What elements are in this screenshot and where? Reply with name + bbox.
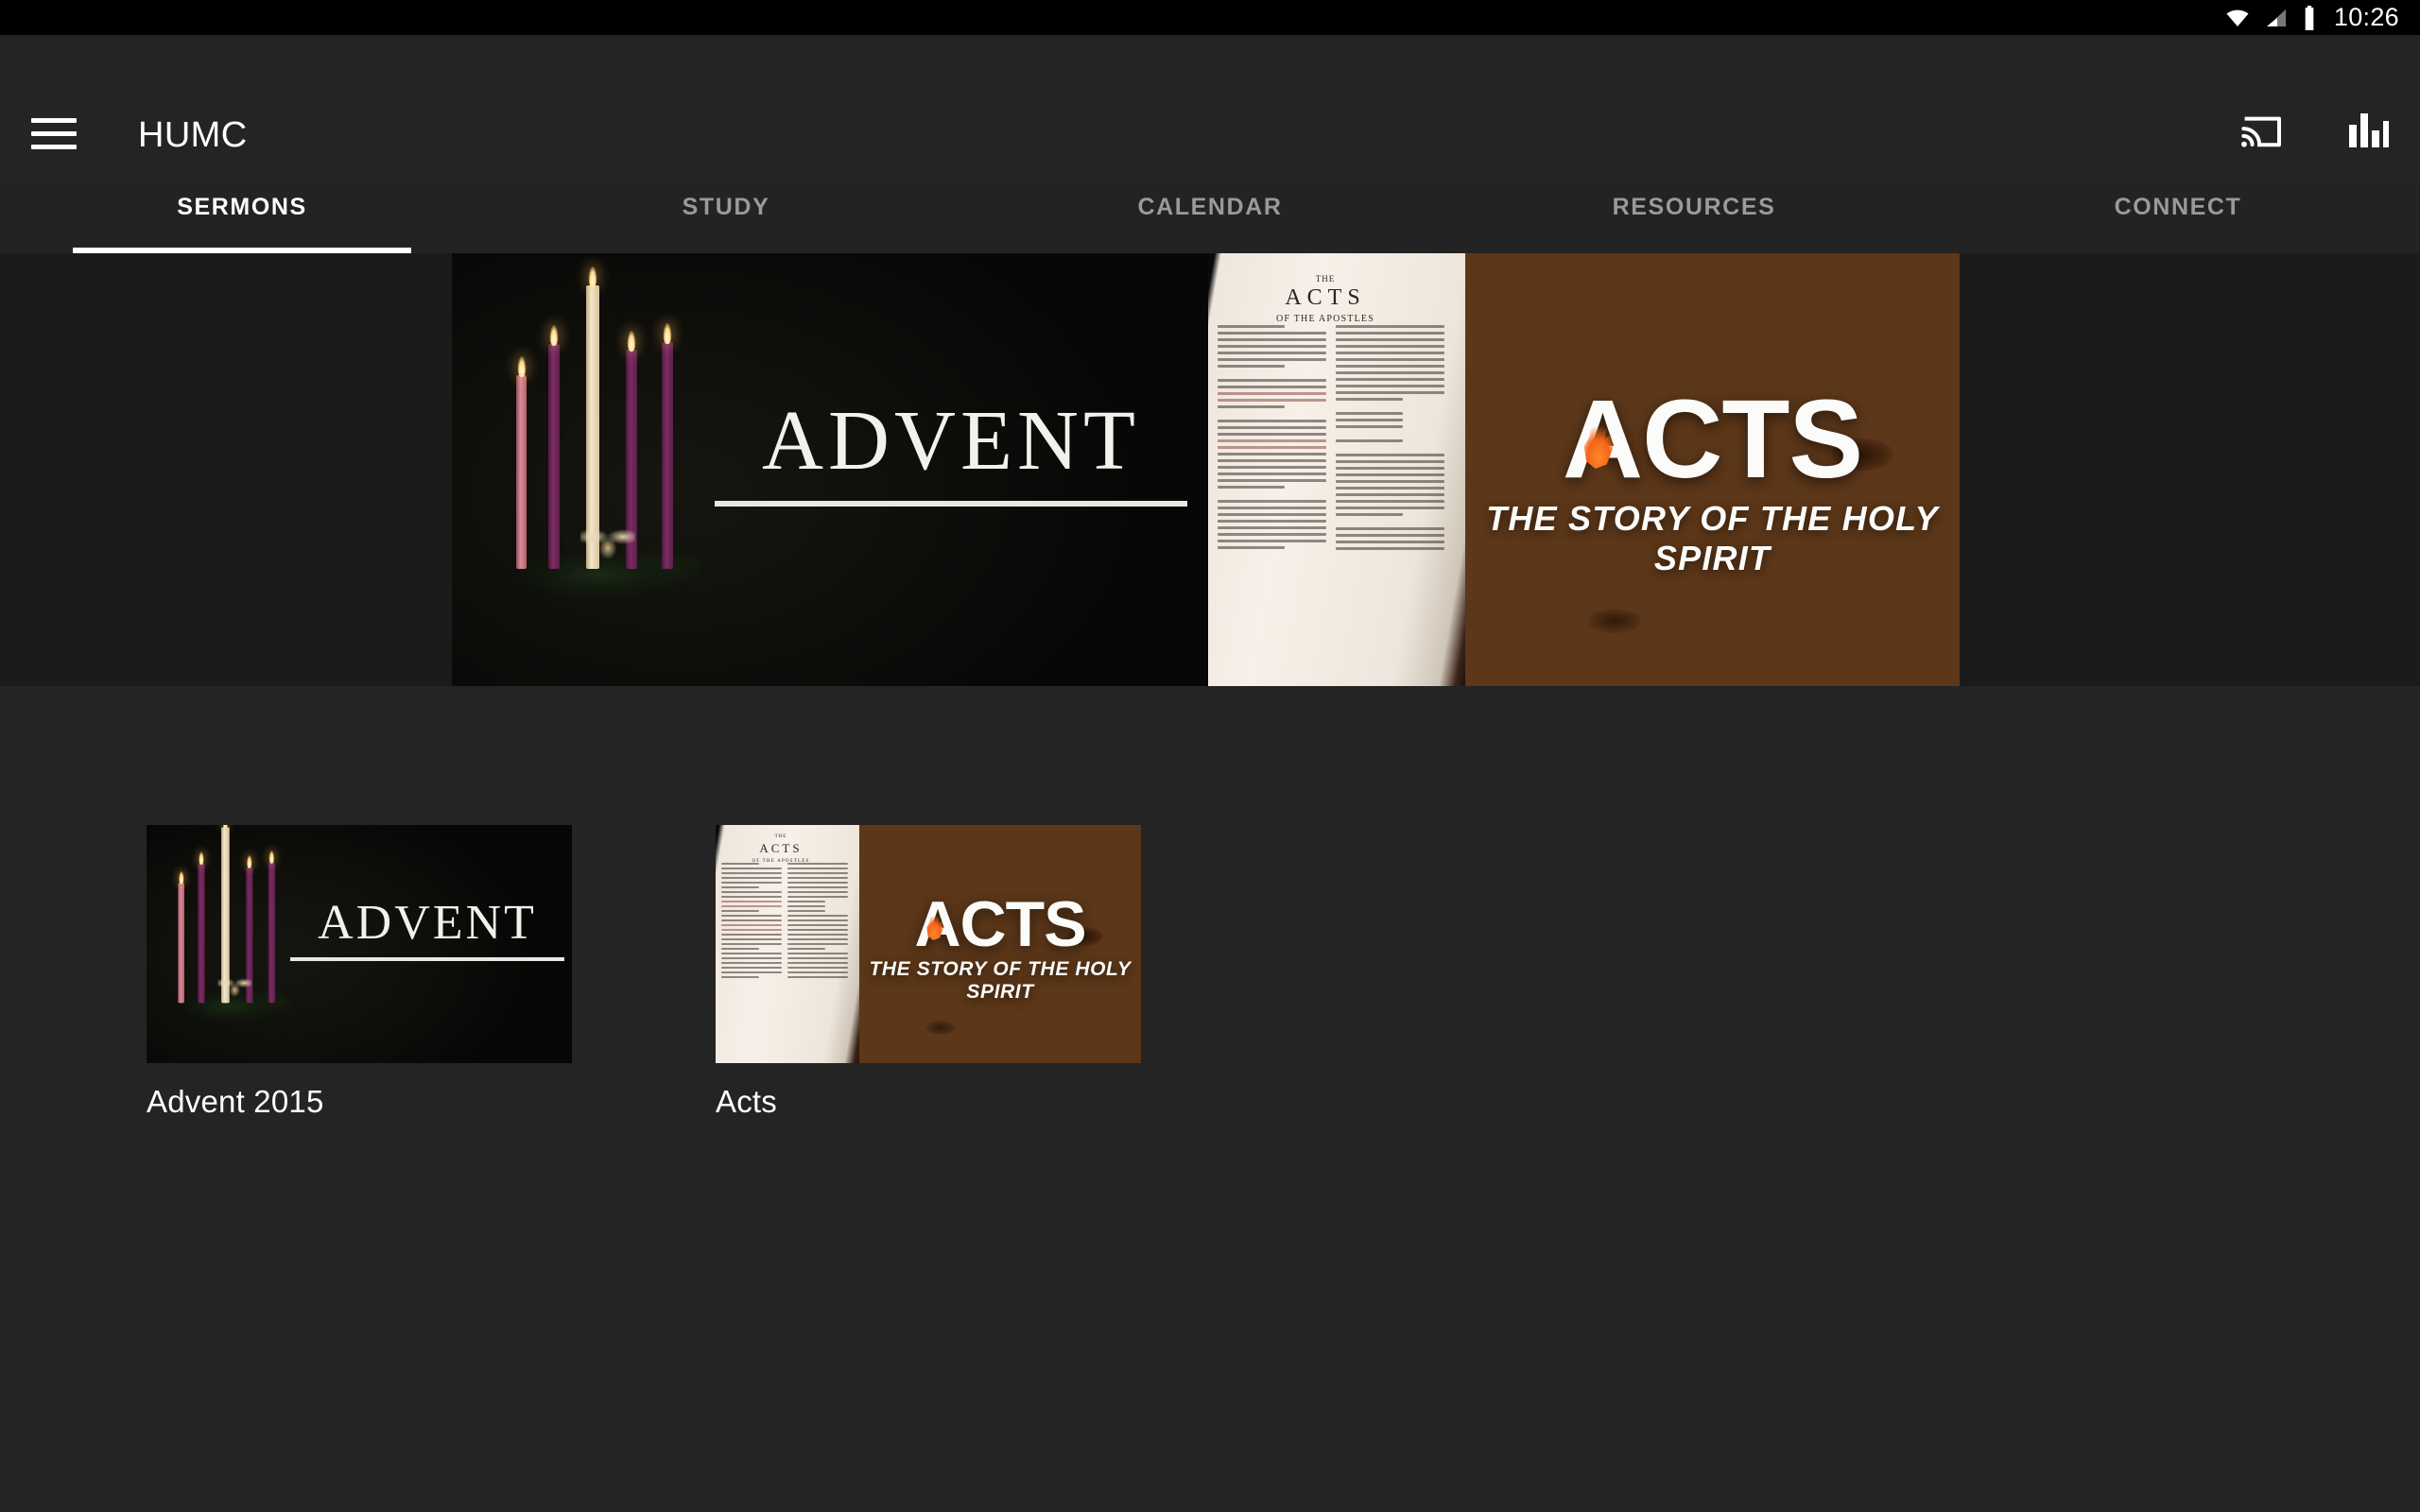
- bible-page-heading: THE ACTS OF THE APOSTLES: [1208, 274, 1443, 324]
- advent-thumb-title: ADVENT: [318, 896, 537, 950]
- equalizer-icon[interactable]: [2344, 110, 2392, 151]
- bible-column-left: [721, 863, 782, 1059]
- tab-label: CONNECT: [2114, 193, 2242, 220]
- advent-wordmark: ADVENT: [715, 399, 1187, 507]
- tab-study[interactable]: STUDY: [484, 161, 968, 253]
- wood-background-art: ACTS THE STORY OF THE HOLY SPIRIT: [859, 825, 1141, 1063]
- bible-column-right: [787, 863, 848, 1059]
- status-bar-clock: 10:26: [2333, 3, 2399, 31]
- flame-icon: [247, 855, 252, 868]
- series-card-advent-2015[interactable]: ADVENT Advent 2015: [147, 825, 572, 1120]
- bible-page-heading: THE ACTS OF THE APOSTLES: [716, 834, 846, 864]
- tab-connect[interactable]: CONNECT: [1936, 161, 2420, 253]
- content-area: ADVENT Advent 2015 THE ACTS OF THE APOST…: [0, 686, 2420, 1512]
- wood-knot: [925, 1021, 956, 1035]
- candle-purple: [662, 323, 673, 569]
- candle-purple: [198, 851, 205, 1004]
- flame-icon: [178, 870, 184, 885]
- bible-text-columns: [1218, 325, 1444, 682]
- tab-label: SERMONS: [177, 193, 307, 220]
- advent-2015-thumbnail: ADVENT: [147, 825, 572, 1063]
- wifi-icon: [2226, 9, 2249, 26]
- series-card-label: Advent 2015: [147, 1084, 324, 1119]
- advent-thumb-art: ADVENT: [147, 825, 572, 1063]
- hamburger-bar: [31, 131, 77, 136]
- open-bible-art: THE ACTS OF THE APOSTLES: [1208, 253, 1465, 686]
- advent-wreath-art: [167, 825, 293, 1040]
- tab-sermons[interactable]: SERMONS: [0, 161, 484, 253]
- bow-art: [217, 973, 252, 998]
- cell-signal-icon: [2266, 9, 2286, 26]
- flame-icon: [1583, 416, 1614, 469]
- tab-calendar[interactable]: CALENDAR: [968, 161, 1452, 253]
- cast-icon[interactable]: [2237, 109, 2288, 152]
- bible-column-left: [1218, 325, 1326, 682]
- advent-underline: [290, 957, 564, 961]
- bible-column-right: [1336, 325, 1444, 682]
- bible-heading-the: THE: [774, 834, 787, 839]
- acts-title: ACTS: [1562, 377, 1863, 502]
- advent-underline: [715, 501, 1187, 507]
- flame-icon: [199, 851, 204, 865]
- wood-knot: [1588, 609, 1641, 633]
- hamburger-bar: [31, 145, 77, 149]
- series-card-acts[interactable]: THE ACTS OF THE APOSTLES ACTS THE STORY …: [716, 825, 1141, 1120]
- flame-icon: [549, 325, 559, 346]
- acts-thumb-art: THE ACTS OF THE APOSTLES ACTS THE STORY …: [716, 825, 1141, 1063]
- bible-heading-acts: ACTS: [1285, 285, 1366, 310]
- tab-label: CALENDAR: [1137, 193, 1283, 220]
- acts-thumb-title: ACTS: [914, 888, 1086, 960]
- tab-resources[interactable]: RESOURCES: [1452, 161, 1936, 253]
- flame-icon: [627, 331, 636, 352]
- status-bar: 10:26: [0, 0, 2420, 35]
- acts-thumb-subtitle: THE STORY OF THE HOLY SPIRIT: [869, 957, 1132, 1003]
- tab-label: RESOURCES: [1612, 193, 1776, 220]
- hamburger-menu-icon[interactable]: [31, 118, 77, 149]
- app-bar-actions: [2237, 109, 2392, 152]
- bible-text-columns: [721, 863, 848, 1059]
- flame-icon: [268, 850, 275, 864]
- wood-background-art: ACTS THE STORY OF THE HOLY SPIRIT: [1465, 253, 1960, 686]
- app-bar: HUMC: [0, 35, 2420, 177]
- candle-pink: [178, 870, 184, 1004]
- hero-banner-acts[interactable]: THE ACTS OF THE APOSTLES ACTS THE STORY …: [1208, 253, 1960, 686]
- series-grid: ADVENT Advent 2015 THE ACTS OF THE APOST…: [147, 825, 1141, 1120]
- hero-carousel[interactable]: ADVENT THE ACTS OF THE APOSTLES ACTS THE…: [0, 253, 2420, 686]
- flame-icon: [588, 266, 597, 287]
- bible-heading-acts: ACTS: [759, 841, 803, 855]
- flame-icon: [517, 356, 526, 377]
- candle-purple: [268, 850, 276, 1004]
- bow-art: [580, 522, 635, 559]
- hamburger-bar: [31, 118, 77, 123]
- acts-subtitle: THE STORY OF THE HOLY SPIRIT: [1486, 498, 1939, 577]
- candle-pink: [516, 356, 527, 569]
- advent-title: ADVENT: [762, 394, 1140, 488]
- bible-heading-the: THE: [1315, 274, 1336, 284]
- tab-bar: SERMONS STUDY CALENDAR RESOURCES CONNECT: [0, 161, 2420, 253]
- tab-label: STUDY: [682, 193, 770, 220]
- acts-thumbnail: THE ACTS OF THE APOSTLES ACTS THE STORY …: [716, 825, 1141, 1063]
- hero-track: ADVENT THE ACTS OF THE APOSTLES ACTS THE…: [452, 253, 1960, 686]
- advent-wordmark: ADVENT: [290, 899, 564, 961]
- flame-icon: [663, 323, 672, 344]
- open-bible-art: THE ACTS OF THE APOSTLES: [716, 825, 859, 1063]
- battery-icon: [2305, 5, 2314, 30]
- candle-purple: [548, 325, 560, 569]
- flame-icon: [926, 910, 943, 940]
- advent-wreath-art: [499, 266, 717, 629]
- app-title: HUMC: [138, 115, 248, 155]
- series-card-label: Acts: [716, 1084, 777, 1119]
- acts-wordmark: ACTS THE STORY OF THE HOLY SPIRIT: [1465, 377, 1960, 578]
- hero-banner-advent[interactable]: ADVENT: [452, 253, 1208, 686]
- bible-heading-apostles: OF THE APOSTLES: [1276, 314, 1374, 324]
- flame-icon: [222, 825, 229, 829]
- acts-wordmark: ACTS THE STORY OF THE HOLY SPIRIT: [859, 888, 1141, 1004]
